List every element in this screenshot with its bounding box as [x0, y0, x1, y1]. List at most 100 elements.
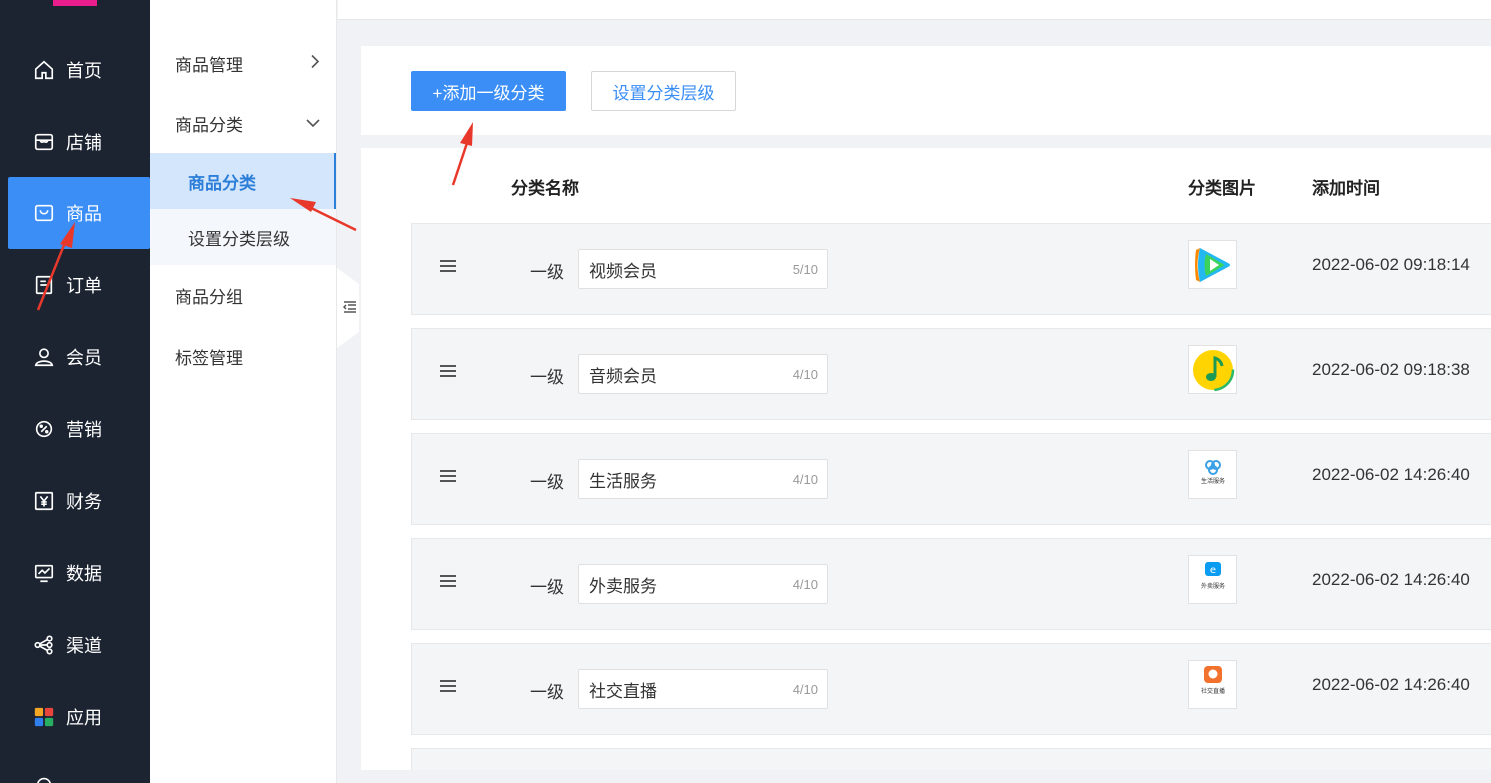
category-name-value: 生活服务 — [589, 471, 657, 491]
category-image[interactable]: e 外卖服务 — [1188, 555, 1237, 604]
user-icon — [32, 345, 56, 369]
submenu-product-group-label: 商品分组 — [175, 287, 243, 307]
category-table: 分类名称 分类图片 添加时间 一级 视频会员 5/10 2022-06-02 0… — [361, 148, 1491, 778]
category-name-input[interactable]: 生活服务 4/10 — [578, 459, 828, 499]
marketing-icon — [32, 417, 56, 441]
table-row: 一级 外卖服务 4/10 e 外卖服务 2022-06-02 14:26:40 — [411, 538, 1491, 630]
nav-channel[interactable]: 渠道 — [8, 609, 150, 681]
add-time: 2022-06-02 09:18:38 — [1312, 360, 1470, 379]
submenu-product-group[interactable]: 商品分组 — [150, 267, 336, 323]
submenu-product-category[interactable]: 商品分类 — [150, 95, 336, 151]
submenu-child-category-label: 商品分类 — [188, 173, 256, 193]
drag-handle-icon[interactable] — [440, 680, 456, 694]
nav-apps[interactable]: 应用 — [8, 681, 150, 753]
nav-store[interactable]: 店铺 — [8, 106, 150, 178]
nav-product[interactable]: 商品 — [8, 177, 150, 249]
social-live-icon: 社交直播 — [1200, 665, 1225, 695]
nav-home-label: 首页 — [66, 61, 102, 81]
submenu-product-manage-label: 商品管理 — [175, 55, 243, 75]
collapse-icon — [342, 300, 357, 316]
level-label: 一级 — [530, 683, 564, 702]
submenu-tag-manage-label: 标签管理 — [175, 348, 243, 368]
char-count: 4/10 — [792, 682, 818, 697]
category-name-input[interactable]: 视频会员 5/10 — [578, 249, 828, 289]
video-app-icon — [1194, 247, 1230, 282]
level-label: 一级 — [530, 368, 564, 387]
nav-settings-partial[interactable] — [8, 753, 150, 783]
submenu-child-category[interactable]: 商品分类 — [150, 153, 336, 209]
sub-sidebar: 商品管理 商品分类 商品分类 设置分类层级 商品分组 标签管理 — [150, 0, 337, 783]
svg-text:社交直播: 社交直播 — [1200, 687, 1224, 695]
nav-home[interactable]: 首页 — [8, 34, 150, 106]
char-count: 4/10 — [792, 577, 818, 592]
submenu-product-manage[interactable]: 商品管理 — [150, 35, 336, 91]
gear-icon — [32, 773, 56, 783]
nav-order-label: 订单 — [66, 276, 102, 296]
submenu-child-level-label: 设置分类层级 — [188, 229, 290, 249]
header-image: 分类图片 — [1188, 179, 1256, 198]
add-category-button[interactable]: +添加一级分类 — [411, 71, 566, 111]
table-row: 一级 社交直播 4/10 社交直播 2022-06-02 14:26:40 — [411, 643, 1491, 735]
life-service-icon: 生活服务 — [1200, 459, 1225, 485]
nav-finance-label: 财务 — [66, 492, 102, 512]
nav-data[interactable]: 数据 — [8, 537, 150, 609]
add-time: 2022-06-02 09:18:14 — [1312, 255, 1470, 274]
drag-handle-icon[interactable] — [440, 260, 456, 274]
char-count: 4/10 — [792, 367, 818, 382]
apps-icon — [32, 705, 56, 729]
header-time: 添加时间 — [1312, 179, 1380, 198]
yen-icon — [32, 489, 56, 513]
table-row: 一级 生活服务 4/10 生活服务 2022-06-02 14:26:40 — [411, 433, 1491, 525]
logo — [53, 0, 97, 6]
table-row: 一级 音频会员 4/10 2022-06-02 09:18:38 — [411, 328, 1491, 420]
order-icon — [32, 273, 56, 297]
category-name-value: 音频会员 — [589, 366, 657, 386]
set-level-button[interactable]: 设置分类层级 — [591, 71, 736, 111]
category-name-input[interactable]: 音频会员 4/10 — [578, 354, 828, 394]
category-name-input[interactable]: 外卖服务 4/10 — [578, 564, 828, 604]
category-image[interactable] — [1188, 345, 1237, 394]
bottom-spacer — [361, 770, 1491, 783]
category-image[interactable]: 社交直播 — [1188, 660, 1237, 709]
chart-icon — [32, 561, 56, 585]
nav-order[interactable]: 订单 — [8, 249, 150, 321]
collapse-sidebar-button[interactable] — [337, 268, 359, 348]
music-app-icon — [1191, 348, 1234, 391]
category-name-input[interactable]: 社交直播 4/10 — [578, 669, 828, 709]
toolbar: +添加一级分类 设置分类层级 — [361, 46, 1491, 135]
category-name-value: 社交直播 — [589, 681, 657, 701]
category-name-value: 外卖服务 — [589, 576, 657, 596]
level-label: 一级 — [530, 578, 564, 597]
level-label: 一级 — [530, 473, 564, 492]
category-name-value: 视频会员 — [589, 261, 657, 281]
category-image[interactable]: 生活服务 — [1188, 450, 1237, 499]
nav-marketing[interactable]: 营销 — [8, 393, 150, 465]
bag-icon — [32, 201, 56, 225]
add-time: 2022-06-02 14:26:40 — [1312, 570, 1470, 589]
submenu-child-level[interactable]: 设置分类层级 — [150, 209, 336, 265]
svg-text:生活服务: 生活服务 — [1200, 477, 1224, 485]
delivery-service-icon: e 外卖服务 — [1200, 561, 1225, 590]
add-time: 2022-06-02 14:26:40 — [1312, 465, 1470, 484]
drag-handle-icon[interactable] — [440, 365, 456, 379]
drag-handle-icon[interactable] — [440, 470, 456, 484]
level-label: 一级 — [530, 263, 564, 282]
store-icon — [32, 130, 56, 154]
home-icon — [32, 58, 56, 82]
header-name: 分类名称 — [511, 179, 579, 198]
drag-handle-icon[interactable] — [440, 575, 456, 589]
nav-finance[interactable]: 财务 — [8, 465, 150, 537]
add-time: 2022-06-02 14:26:40 — [1312, 675, 1470, 694]
svg-text:外卖服务: 外卖服务 — [1200, 582, 1224, 590]
top-header — [338, 0, 1491, 20]
table-row: 一级 视频会员 5/10 2022-06-02 09:18:14 — [411, 223, 1491, 315]
nav-store-label: 店铺 — [66, 133, 102, 153]
nav-product-label: 商品 — [66, 204, 102, 224]
category-image[interactable] — [1188, 240, 1237, 289]
nav-member[interactable]: 会员 — [8, 321, 150, 393]
submenu-tag-manage[interactable]: 标签管理 — [150, 328, 336, 384]
chevron-right-icon — [310, 54, 320, 72]
main-sidebar: 首页 店铺 商品 订单 会员 营销 财务 数据 渠道 应用 — [0, 0, 150, 783]
nav-channel-label: 渠道 — [66, 636, 102, 656]
nav-marketing-label: 营销 — [66, 420, 102, 440]
